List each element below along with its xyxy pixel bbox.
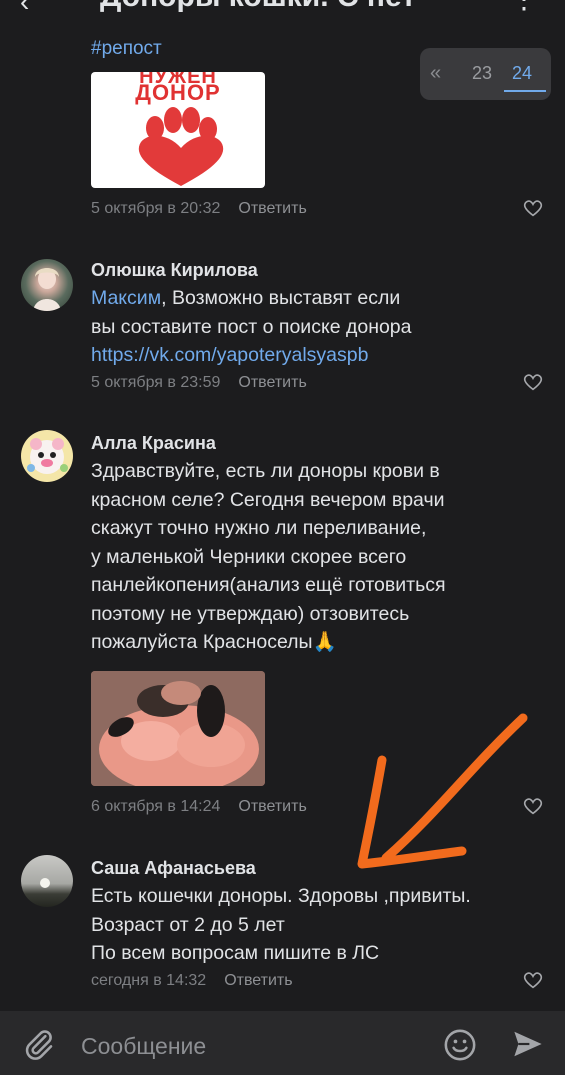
avatar[interactable] [21, 855, 73, 907]
comment-author[interactable]: Олюшка Кирилова [91, 260, 258, 281]
url-link[interactable]: https://vk.com/yapoteryalsyaspb [91, 344, 368, 366]
kitten-photo [91, 671, 265, 786]
comment-text: Максим, Возможно выставят если вы состав… [91, 287, 412, 366]
like-heart-icon[interactable] [523, 199, 543, 217]
reply-button[interactable]: Ответить [238, 374, 306, 391]
comment-date: 5 октября в 23:59 [91, 374, 221, 391]
smile-icon[interactable] [443, 1028, 477, 1062]
comment-date: сегодня в 14:32 [91, 972, 207, 989]
comment-author[interactable]: Алла Красина [91, 433, 216, 454]
comment-meta: 5 октября в 20:32 Ответить [91, 200, 307, 218]
message-input[interactable]: Сообщение [81, 1033, 206, 1060]
comment-text: Есть кошечки доноры. Здоровы ,привиты. В… [91, 885, 471, 964]
donor-image[interactable]: НУЖЕН ДОНОР [91, 72, 265, 188]
comment-meta: 6 октября в 14:24 Ответить [91, 798, 307, 816]
repost-hashtag[interactable]: #репост [91, 38, 162, 60]
avatar-photo [33, 268, 61, 311]
first-page-icon[interactable]: « [430, 62, 441, 85]
comment-author[interactable]: Саша Афанасьева [91, 858, 256, 879]
comment-date: 5 октября в 20:32 [91, 200, 221, 217]
paperclip-icon[interactable] [22, 1027, 56, 1061]
comment-meta: 5 октября в 23:59 Ответить [91, 374, 307, 392]
current-page-indicator [504, 90, 546, 92]
comment-date: 6 октября в 14:24 [91, 798, 221, 815]
mention-link[interactable]: Максим [91, 287, 161, 309]
attached-photo[interactable] [91, 671, 265, 786]
send-icon[interactable] [511, 1029, 545, 1059]
like-heart-icon[interactable] [523, 797, 543, 815]
comment-text: Здравствуйте, есть ли доноры крови в кра… [91, 460, 446, 653]
pagination: « 23 24 [420, 48, 551, 100]
avatar[interactable] [21, 259, 73, 311]
page-23-button[interactable]: 23 [472, 63, 492, 84]
paw-heart-icon [138, 107, 224, 186]
reply-button[interactable]: Ответить [224, 972, 292, 989]
like-heart-icon[interactable] [523, 971, 543, 989]
pray-emoji-icon: 🙏 [312, 631, 337, 653]
back-arrow-icon[interactable]: ‹ [20, 0, 29, 18]
reply-button[interactable]: Ответить [238, 798, 306, 815]
comment-meta: сегодня в 14:32 Ответить [91, 972, 293, 990]
more-options-icon[interactable]: ⋮ [510, 0, 538, 15]
avatar-photo [40, 878, 50, 888]
like-heart-icon[interactable] [523, 373, 543, 391]
page-title: Доноры кошки. С пет [100, 0, 416, 14]
avatar[interactable] [21, 430, 73, 482]
message-composer: Сообщение [0, 1011, 565, 1075]
avatar-cartoon [27, 438, 68, 474]
header: ‹ Доноры кошки. С пет ⋮ [0, 0, 565, 22]
reply-button[interactable]: Ответить [238, 200, 306, 217]
page-24-button[interactable]: 24 [512, 63, 532, 84]
